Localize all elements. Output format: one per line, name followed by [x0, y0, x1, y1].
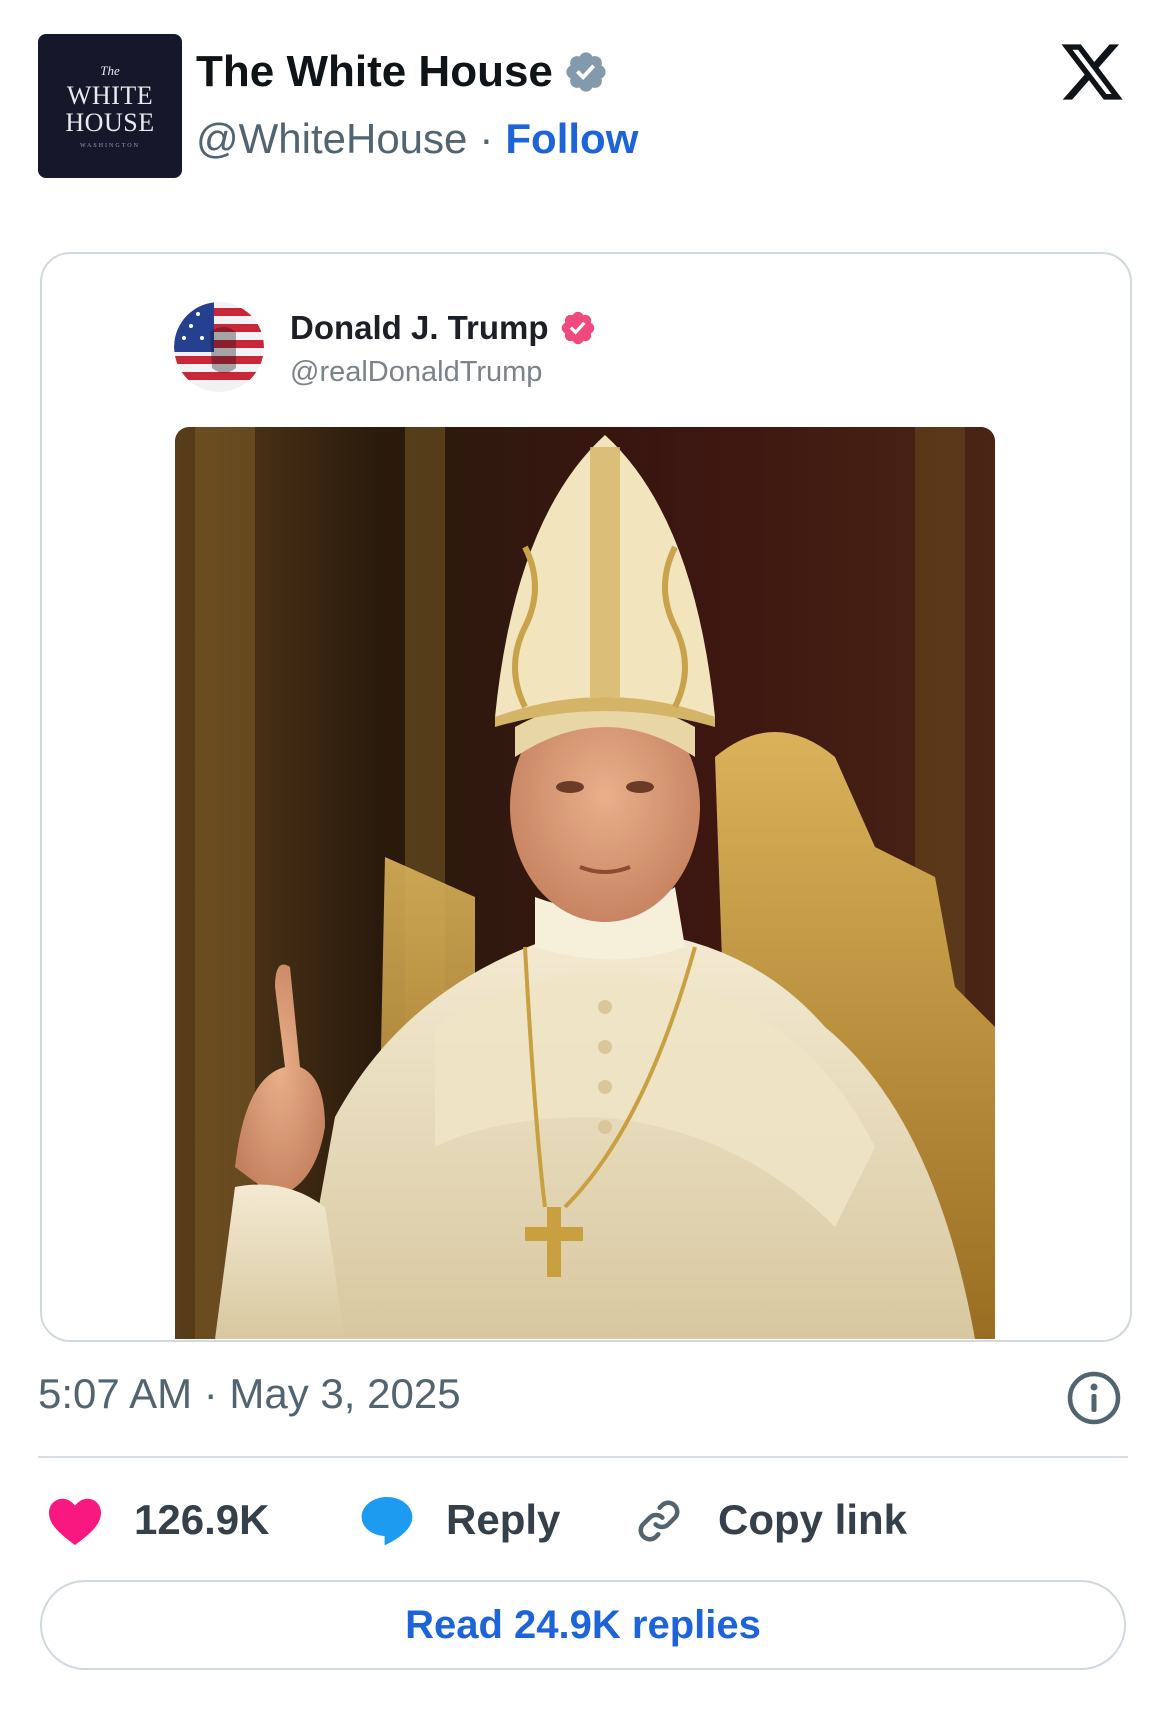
white-house-avatar[interactable]: The WHITE HOUSE WASHINGTON — [38, 34, 182, 178]
embedded-author-handle[interactable]: @realDonaldTrump — [290, 356, 542, 389]
reply-button[interactable]: Reply — [446, 1494, 560, 1546]
handle-separator: · — [479, 115, 494, 162]
logo-text-washington: WASHINGTON — [80, 143, 140, 149]
logo-text-white: WHITE — [66, 81, 154, 110]
embedded-author-row: Donald J. Trump — [290, 308, 597, 348]
post-image[interactable] — [175, 427, 995, 1339]
read-replies-label: Read 24.9K replies — [405, 1602, 761, 1647]
trump-avatar[interactable] — [174, 302, 264, 392]
x-logo-icon[interactable] — [1058, 38, 1126, 106]
account-name-row: The White House — [196, 44, 609, 100]
logo-text-house: HOUSE — [65, 108, 155, 137]
post-timestamp[interactable]: 5:07 AM · May 3, 2025 — [38, 1370, 461, 1418]
handle-row: @WhiteHouse · Follow — [196, 112, 638, 166]
read-replies-button[interactable]: Read 24.9K replies — [40, 1580, 1126, 1670]
embedded-author-name[interactable]: Donald J. Trump — [290, 308, 549, 348]
heart-icon[interactable] — [46, 1494, 104, 1546]
follow-button[interactable]: Follow — [505, 112, 638, 166]
account-handle[interactable]: @WhiteHouse — [196, 112, 467, 166]
like-count[interactable]: 126.9K — [134, 1494, 269, 1546]
verified-badge-icon — [561, 311, 594, 345]
reply-bubble-icon[interactable] — [358, 1492, 416, 1548]
info-icon[interactable] — [1066, 1370, 1122, 1426]
verified-badge-icon — [566, 52, 606, 92]
account-name[interactable]: The White House — [196, 44, 553, 100]
logo-text-the: The — [100, 63, 120, 78]
divider — [38, 1456, 1128, 1458]
link-icon[interactable] — [632, 1494, 686, 1548]
copy-link-button[interactable]: Copy link — [718, 1494, 907, 1546]
